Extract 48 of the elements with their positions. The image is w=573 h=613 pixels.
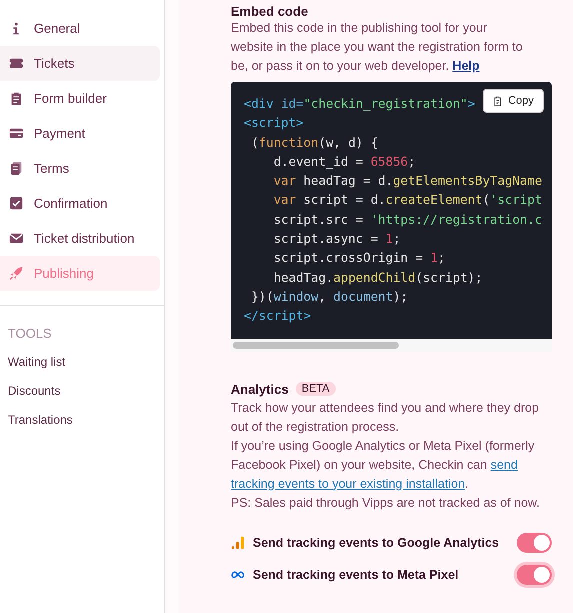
document-icon xyxy=(9,161,24,176)
section-title: Embed code xyxy=(231,3,310,19)
clipboard-icon xyxy=(493,96,504,106)
code-line: script.async = 1; xyxy=(272,230,401,248)
beta-badge: BETA xyxy=(296,382,336,396)
code-line: <div id="checkin_registration"> xyxy=(244,95,476,113)
code-line: script.crossOrigin = 1; xyxy=(272,249,446,268)
code-line: var headTag = d.getElementsByTagName xyxy=(272,172,542,190)
code-line: var script = d.createElement('script xyxy=(272,191,542,210)
code-line: </script> xyxy=(244,307,312,326)
code-line: <script> xyxy=(244,114,304,132)
checkbox-icon xyxy=(9,196,24,211)
sidebar-item[interactable]: Waiting list xyxy=(0,348,164,377)
rocket-icon xyxy=(9,266,24,281)
tracking-link[interactable]: tracking events to your existing installation xyxy=(231,476,466,491)
card-icon xyxy=(9,126,24,141)
sidebar-item[interactable]: Confirmation xyxy=(0,186,160,221)
code-line: })(window, document); xyxy=(250,288,408,306)
tracking-link[interactable]: send xyxy=(490,458,518,472)
help-link[interactable]: Help xyxy=(452,59,480,73)
section-heading: TOOLS xyxy=(7,325,53,342)
section-title: Analytics xyxy=(231,382,289,397)
toggle-switch[interactable] xyxy=(517,532,552,553)
copy-button[interactable]: Copy xyxy=(483,89,544,113)
sidebar-item[interactable]: Translations xyxy=(0,406,164,435)
code-line: script.src = 'https://registration.c xyxy=(272,210,542,229)
description: Embed this code in the publishing tool for your website in the place you want the registration form to be, or pass it on to your web developer. Help xyxy=(231,20,524,75)
scrollbar[interactable] xyxy=(231,338,552,352)
sidebar-item[interactable]: Discounts xyxy=(0,377,164,406)
paragraph: Track how your attendees find you and where they drop out of the registration process. xyxy=(231,400,540,436)
sidebar-item[interactable]: Tickets xyxy=(0,46,160,81)
scrollbar-thumb[interactable] xyxy=(233,342,399,349)
envelope-icon xyxy=(9,231,24,246)
code-line: d.event_id = 65856; xyxy=(272,152,416,171)
sidebar-item[interactable]: Form builder xyxy=(0,81,160,116)
clipboard-icon xyxy=(9,91,24,106)
sidebar-item[interactable]: Terms xyxy=(0,151,160,186)
paragraph: PS: Sales paid through Vipps are not tracked as of now. xyxy=(231,494,541,512)
paragraph: If you’re using Google Analytics or Meta Pixel (formerly Facebook Pixel) on your website, Checkin can send tracking events to your existing installation. xyxy=(231,438,536,493)
toggle-label: Send tracking events to Google Analytics xyxy=(253,536,500,550)
sidebar-item[interactable]: General xyxy=(0,11,160,46)
ticket-icon xyxy=(9,56,24,71)
bar-chart-icon xyxy=(231,536,245,550)
toggle-label: Send tracking events to Meta Pixel xyxy=(253,568,460,582)
sidebar-item[interactable]: Payment xyxy=(0,116,160,151)
code-line: (function(w, d) { xyxy=(250,134,378,152)
sidebar-item[interactable]: Ticket distribution xyxy=(0,221,160,256)
code-line: headTag.appendChild(script); xyxy=(272,268,483,287)
